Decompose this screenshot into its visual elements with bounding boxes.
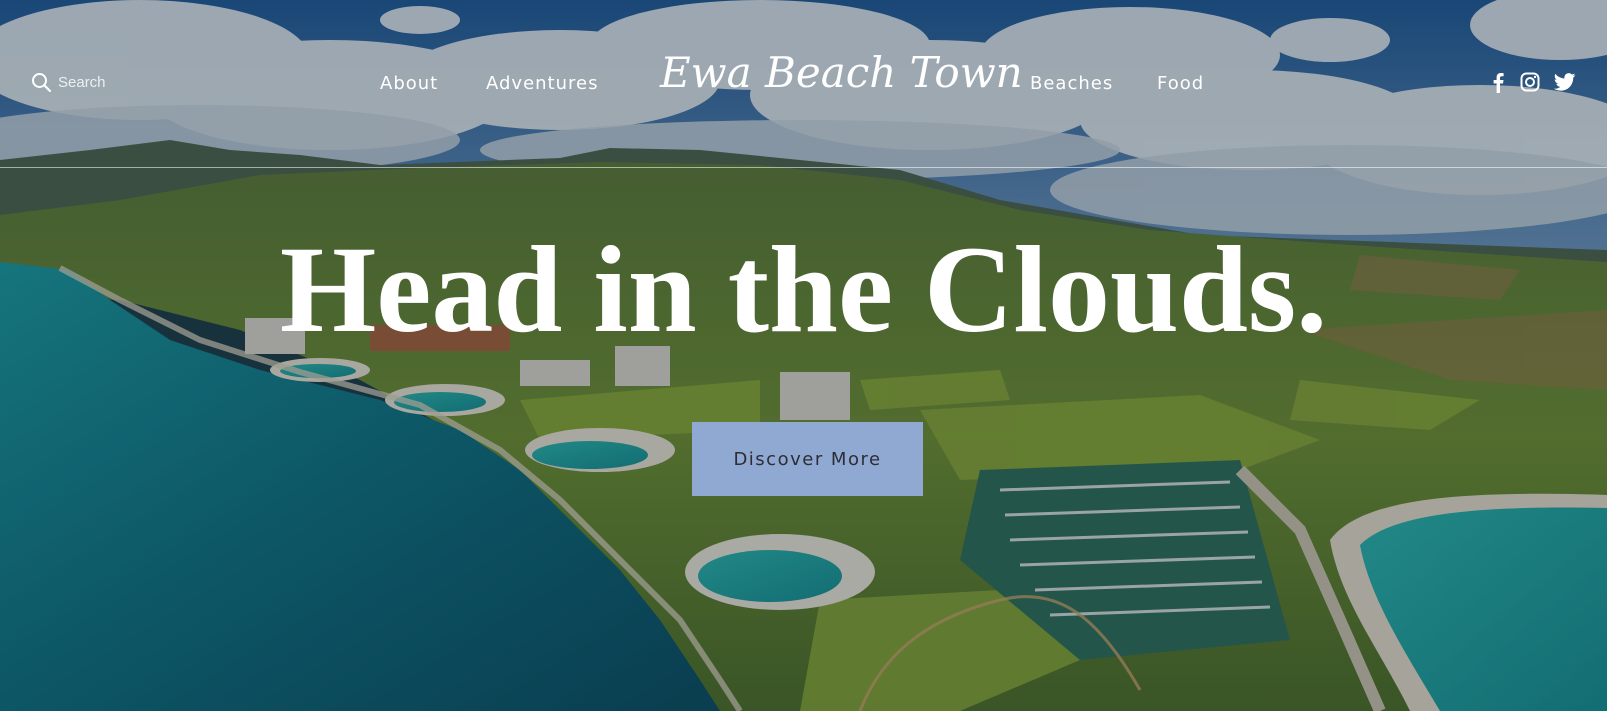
search-placeholder: Search <box>58 74 106 91</box>
search-icon <box>31 72 52 93</box>
search-field[interactable]: Search <box>31 72 106 93</box>
twitter-icon[interactable] <box>1553 70 1577 94</box>
facebook-icon[interactable] <box>1486 70 1510 94</box>
nav-link-adventures[interactable]: Adventures <box>486 73 598 94</box>
nav-link-beaches[interactable]: Beaches <box>1030 73 1113 94</box>
hero-section: Search About Adventures Ewa Beach Town B… <box>0 0 1607 711</box>
site-logo[interactable]: Ewa Beach Town <box>660 49 1023 96</box>
hero-headline: Head in the Clouds. <box>279 221 1328 358</box>
nav-link-about[interactable]: About <box>380 73 438 94</box>
nav-link-food[interactable]: Food <box>1157 73 1204 94</box>
instagram-icon[interactable] <box>1518 70 1542 94</box>
discover-more-button[interactable]: Discover More <box>692 422 923 496</box>
site-header: Search About Adventures Ewa Beach Town B… <box>0 0 1607 168</box>
